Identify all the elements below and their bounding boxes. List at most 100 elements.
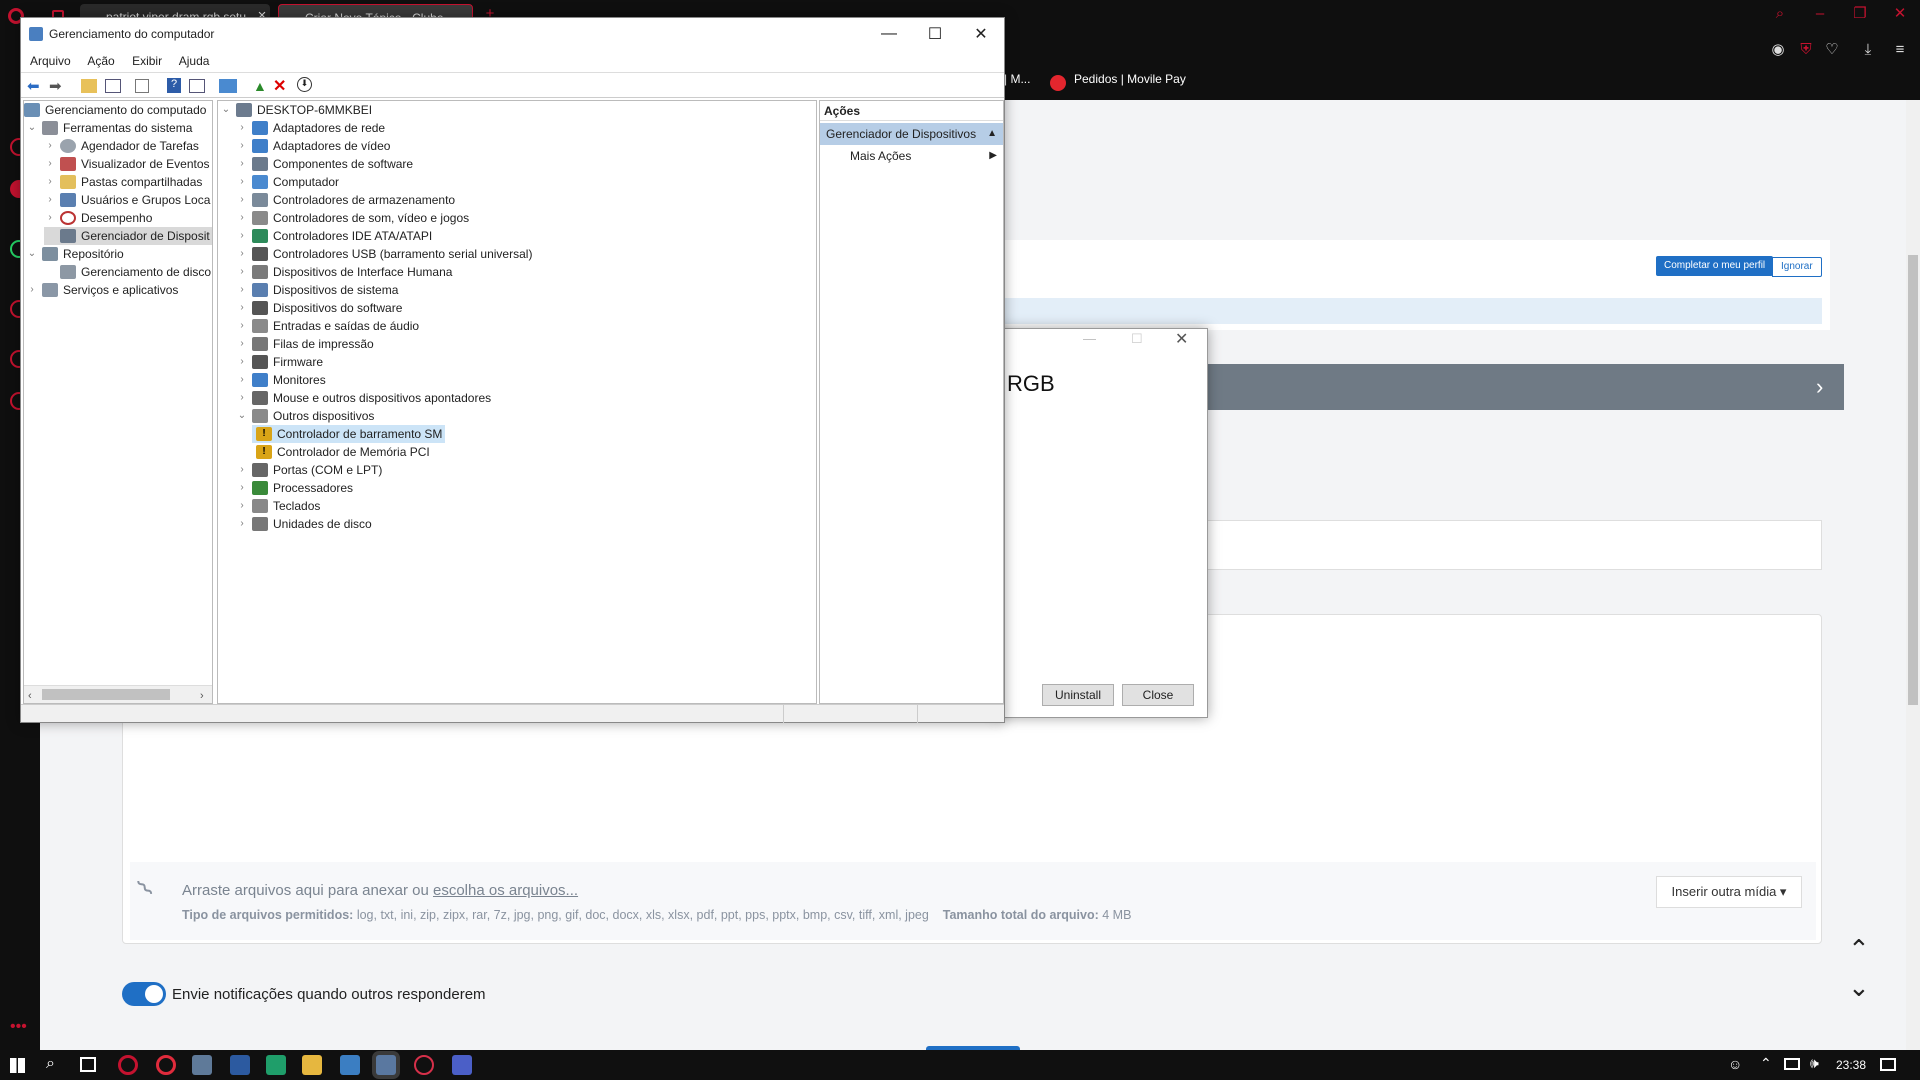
tree-item-disk-management[interactable]: Gerenciamento de disco bbox=[44, 263, 211, 281]
download-icon[interactable]: ⤓ bbox=[1856, 40, 1880, 60]
properties-icon[interactable] bbox=[135, 79, 149, 93]
app-taskbar-icon[interactable] bbox=[230, 1055, 250, 1075]
tree-item-device-manager[interactable]: Gerenciador de Disposit bbox=[44, 227, 212, 245]
horizontal-scrollbar[interactable]: ‹ › bbox=[24, 685, 212, 703]
minimize-icon[interactable]: – bbox=[1808, 4, 1832, 24]
expand-icon[interactable]: › bbox=[236, 119, 248, 137]
tree-item-shared-folders[interactable]: › Pastas compartilhadas bbox=[44, 173, 202, 191]
insert-media-button[interactable]: Inserir outra mídia ▾ bbox=[1656, 876, 1802, 908]
music-taskbar-icon[interactable] bbox=[452, 1055, 472, 1075]
update-driver-icon[interactable]: ▲ bbox=[253, 78, 267, 94]
network-icon[interactable] bbox=[1784, 1058, 1800, 1070]
view-icon[interactable] bbox=[189, 79, 205, 93]
device-category-firmware[interactable]: › Firmware bbox=[236, 353, 323, 371]
expand-icon[interactable]: › bbox=[236, 497, 248, 515]
forum-category-bar[interactable] bbox=[1200, 364, 1844, 410]
taskbar-clock[interactable]: 23:38 bbox=[1836, 1058, 1866, 1072]
device-category-software-components[interactable]: › Componentes de software bbox=[236, 155, 413, 173]
maximize-button[interactable]: ☐ bbox=[912, 18, 958, 50]
computer-management-taskbar-icon[interactable] bbox=[376, 1055, 396, 1075]
expand-icon[interactable]: › bbox=[44, 155, 56, 173]
tree-item-event-viewer[interactable]: › Visualizador de Eventos bbox=[44, 155, 210, 173]
device-category-ide-controllers[interactable]: › Controladores IDE ATA/ATAPI bbox=[236, 227, 432, 245]
expand-icon[interactable]: › bbox=[236, 281, 248, 299]
title-input[interactable] bbox=[1200, 520, 1822, 570]
menu-icon[interactable]: ≡ bbox=[1888, 40, 1912, 60]
collapse-icon[interactable]: ⌄ bbox=[26, 119, 38, 137]
expand-icon[interactable]: › bbox=[236, 479, 248, 497]
device-category-software-devices[interactable]: › Dispositivos do software bbox=[236, 299, 402, 317]
device-category-ports[interactable]: › Portas (COM e LPT) bbox=[236, 461, 382, 479]
dialog-minimize-icon[interactable]: — bbox=[1083, 331, 1096, 346]
app-taskbar-icon[interactable] bbox=[414, 1055, 434, 1075]
device-category-network-adapters[interactable]: › Adaptadores de rede bbox=[236, 119, 385, 137]
attachment-area[interactable] bbox=[130, 862, 1816, 940]
dialog-close-icon[interactable]: ✕ bbox=[1175, 329, 1188, 349]
bookmark-item[interactable]: Pedidos | Movile Pay bbox=[1074, 72, 1186, 86]
scroll-thumb[interactable] bbox=[42, 689, 170, 700]
scroll-up-icon[interactable]: ⌃ bbox=[1848, 934, 1870, 965]
device-category-pci-memory-controller[interactable]: ! Controlador de Memória PCI bbox=[252, 443, 430, 461]
device-category-sm-bus-controller[interactable]: ! Controlador de barramento SM bbox=[252, 425, 446, 443]
app-taskbar-icon[interactable] bbox=[192, 1055, 212, 1075]
collapse-arrow-icon[interactable]: ▲ bbox=[987, 123, 997, 145]
expand-icon[interactable]: › bbox=[236, 335, 248, 353]
collapse-icon[interactable]: ⌄ bbox=[236, 407, 248, 425]
close-icon[interactable]: ✕ bbox=[1888, 4, 1912, 24]
uninstall-icon[interactable]: ✕ bbox=[273, 76, 286, 96]
expand-icon[interactable]: › bbox=[236, 353, 248, 371]
tree-item-task-scheduler[interactable]: › Agendador de Tarefas bbox=[44, 137, 199, 155]
search-icon[interactable]: ⌕ bbox=[46, 1055, 55, 1073]
tree-item-system-tools[interactable]: ⌄ Ferramentas do sistema bbox=[26, 119, 192, 137]
device-root[interactable]: ⌄ DESKTOP-6MMKBEI bbox=[220, 101, 372, 119]
device-category-disk-drives[interactable]: › Unidades de disco bbox=[236, 515, 372, 533]
scroll-left-icon[interactable]: ‹ bbox=[28, 687, 32, 703]
window-titlebar[interactable]: Gerenciamento do computador — ☐ ✕ bbox=[21, 18, 1004, 50]
device-category-processors[interactable]: › Processadores bbox=[236, 479, 353, 497]
expand-icon[interactable]: › bbox=[44, 191, 56, 209]
close-button[interactable]: Close bbox=[1122, 684, 1194, 706]
chevron-right-icon[interactable]: › bbox=[1816, 374, 1823, 400]
show-hide-tree-icon[interactable] bbox=[105, 79, 121, 93]
expand-icon[interactable]: › bbox=[236, 227, 248, 245]
device-category-monitors[interactable]: › Monitores bbox=[236, 371, 326, 389]
menu-view[interactable]: Exibir bbox=[132, 54, 162, 68]
device-category-system-devices[interactable]: › Dispositivos de sistema bbox=[236, 281, 398, 299]
expand-icon[interactable]: › bbox=[236, 389, 248, 407]
expand-icon[interactable]: › bbox=[236, 461, 248, 479]
ignore-button[interactable]: Ignorar bbox=[1772, 257, 1822, 277]
collapse-icon[interactable]: ⌄ bbox=[220, 101, 232, 119]
download-driver-icon[interactable]: ⬇ bbox=[297, 77, 312, 92]
tree-item-users-groups[interactable]: › Usuários e Grupos Loca bbox=[44, 191, 210, 209]
forward-icon[interactable]: ➡ bbox=[49, 77, 62, 95]
expand-icon[interactable]: › bbox=[236, 245, 248, 263]
expand-icon[interactable]: › bbox=[236, 515, 248, 533]
heart-icon[interactable]: ♡ bbox=[1820, 40, 1844, 60]
dialog-maximize-icon[interactable]: ☐ bbox=[1131, 331, 1143, 347]
notify-toggle[interactable] bbox=[122, 982, 166, 1006]
more-icon[interactable]: ••• bbox=[10, 1018, 27, 1036]
expand-icon[interactable]: › bbox=[26, 281, 38, 299]
menu-file[interactable]: Arquivo bbox=[30, 54, 71, 68]
shield-taskbar-icon[interactable] bbox=[266, 1055, 286, 1075]
notification-center-icon[interactable] bbox=[1880, 1058, 1896, 1071]
task-view-icon[interactable] bbox=[80, 1057, 96, 1072]
page-scrollbar-thumb[interactable] bbox=[1908, 255, 1918, 705]
expand-icon[interactable]: › bbox=[236, 191, 248, 209]
menu-action[interactable]: Ação bbox=[87, 54, 114, 68]
expand-icon[interactable]: › bbox=[44, 137, 56, 155]
start-windows-icon[interactable] bbox=[10, 1058, 25, 1073]
device-category-storage-controllers[interactable]: › Controladores de armazenamento bbox=[236, 191, 455, 209]
app-taskbar-icon[interactable] bbox=[340, 1055, 360, 1075]
uninstall-button[interactable]: Uninstall bbox=[1042, 684, 1114, 706]
search-tabs-icon[interactable]: ⌕ bbox=[1768, 4, 1792, 24]
up-folder-icon[interactable] bbox=[81, 79, 97, 93]
tree-item-services-apps[interactable]: › Serviços e aplicativos bbox=[26, 281, 178, 299]
device-category-hid-devices[interactable]: › Dispositivos de Interface Humana bbox=[236, 263, 452, 281]
expand-icon[interactable]: › bbox=[236, 299, 248, 317]
device-category-usb-controllers[interactable]: › Controladores USB (barramento serial un… bbox=[236, 245, 532, 263]
tree-item-root[interactable]: Gerenciamento do computado bbox=[24, 101, 206, 119]
device-category-print-queues[interactable]: › Filas de impressão bbox=[236, 335, 374, 353]
expand-icon[interactable]: › bbox=[236, 155, 248, 173]
restore-icon[interactable]: ❐ bbox=[1848, 4, 1872, 24]
